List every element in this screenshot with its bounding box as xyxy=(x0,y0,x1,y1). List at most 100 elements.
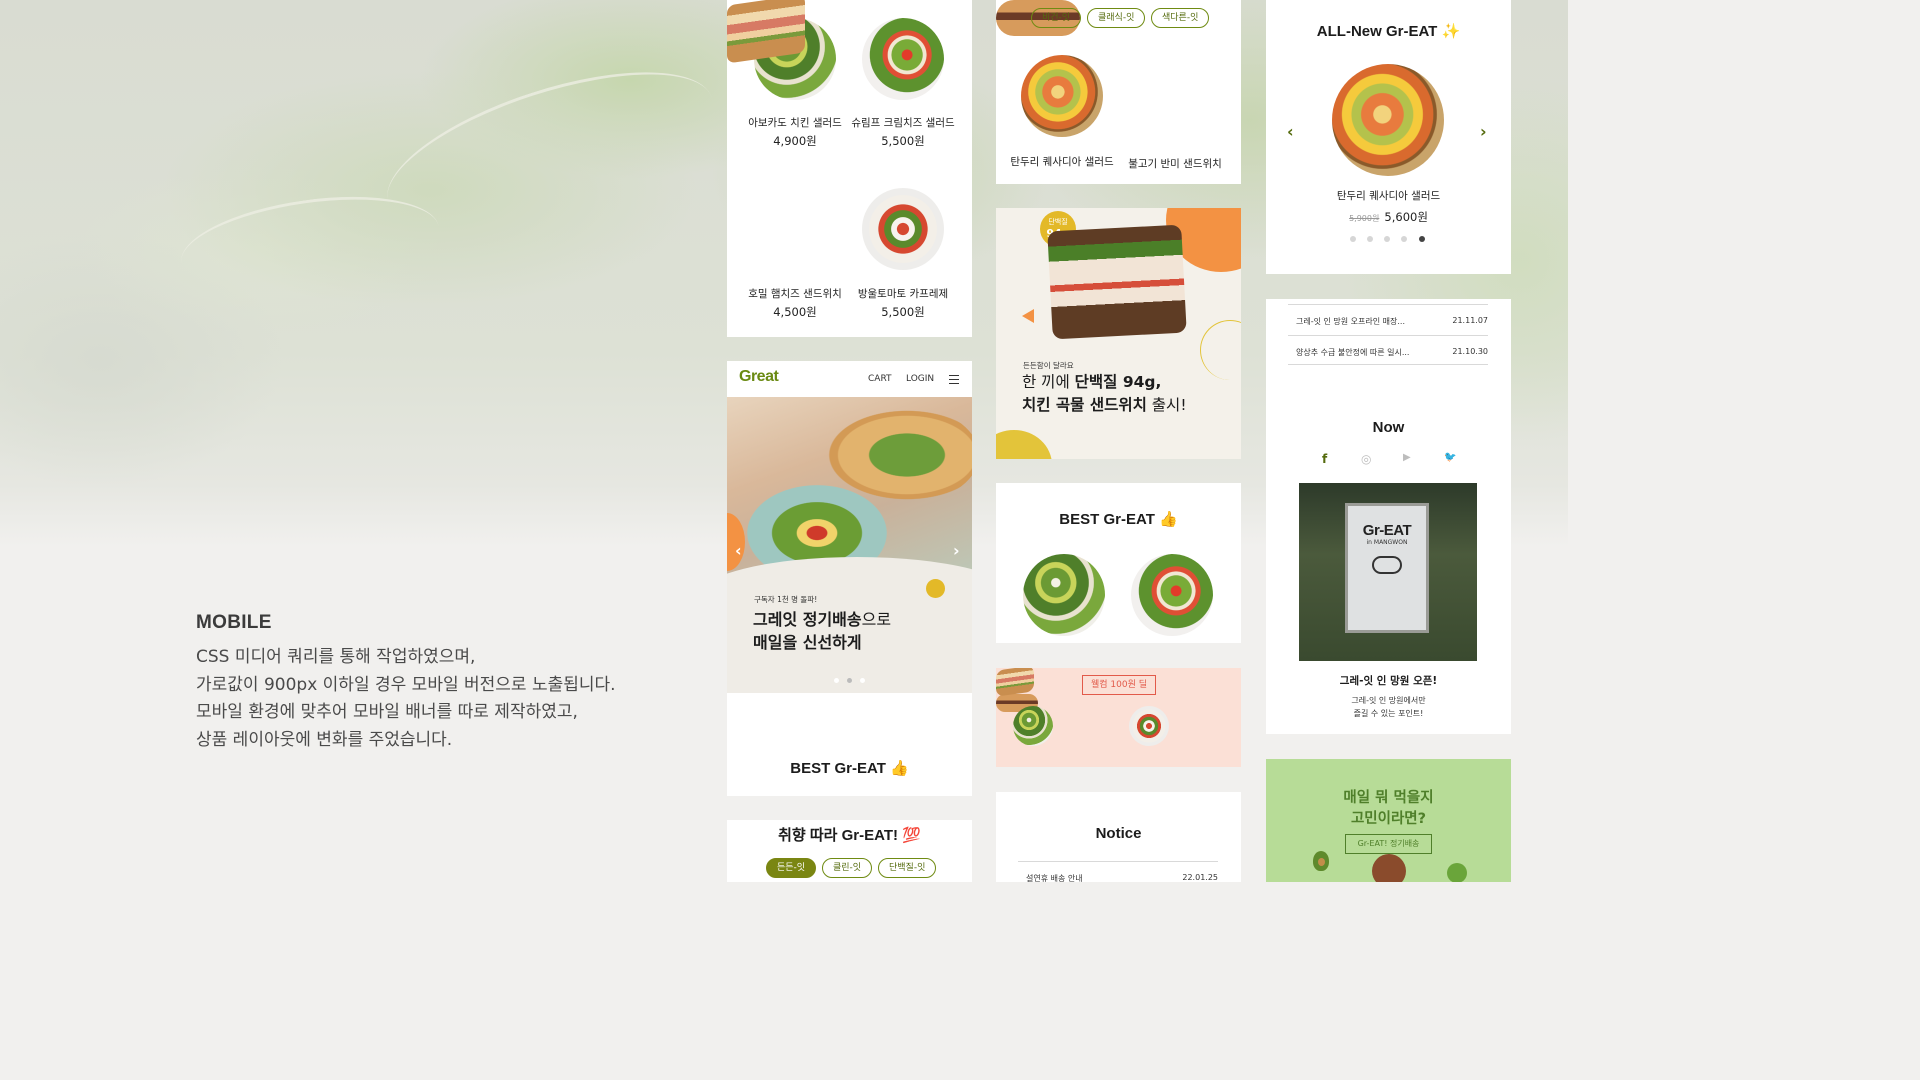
sale-price: 5,600원 xyxy=(1384,210,1428,224)
poster-title: Gr-EAT xyxy=(1362,522,1412,539)
product-image[interactable] xyxy=(1332,64,1444,176)
banner-headline-bold: 그레잇 정기배송 xyxy=(753,610,862,629)
carousel-dot[interactable] xyxy=(1401,236,1407,242)
carousel-dot[interactable] xyxy=(1367,236,1373,242)
hamburger-menu-icon[interactable] xyxy=(949,375,959,384)
new-section-title: ALL-New Gr-EAT ✨ xyxy=(1316,23,1461,40)
now-description: 즐길 수 있는 포인트! xyxy=(1353,709,1424,718)
banner-next-arrow[interactable]: › xyxy=(953,541,960,560)
now-description: 그레-잇 인 망원에서만 xyxy=(1351,696,1426,705)
carousel-dot[interactable] xyxy=(1384,236,1390,242)
product-name[interactable]: 탄두리 퀘사디아 샐러드 xyxy=(1266,188,1511,203)
deal-label[interactable]: 웰컴 100원 딜 xyxy=(1082,675,1157,695)
notice-title[interactable]: 양상추 수급 불안정에 따른 일시... xyxy=(1296,347,1409,358)
promo-headline-pre: 한 끼에 xyxy=(1022,373,1075,391)
intro-description: CSS 미디어 쿼리를 통해 작업하였으며, 가로값이 900px 이하일 경우… xyxy=(196,644,666,754)
now-caption[interactable]: 그레-잇 인 망원 오픈! xyxy=(1266,673,1511,688)
now-photo[interactable]: Gr-EAT in MANGWON xyxy=(1299,483,1477,661)
arc-line-decoration xyxy=(1200,320,1241,380)
facebook-icon[interactable]: f xyxy=(1322,452,1327,466)
cart-link[interactable]: CART xyxy=(868,374,892,384)
product-price: 5,500원 xyxy=(881,305,925,319)
yellow-half-circle-decoration xyxy=(996,430,1052,459)
carousel-prev-arrow[interactable]: ‹ xyxy=(1287,122,1294,141)
product-image[interactable] xyxy=(1023,554,1105,636)
best-panel: BEST Gr-EAT 👍 xyxy=(996,483,1241,643)
sandwich-image xyxy=(1047,224,1187,340)
banner-headline: 그레잇 정기배송으로 매일을 신선하게 xyxy=(753,608,891,654)
promo-headline-bold2: 치킨 곡물 샌드위치 xyxy=(1022,396,1147,414)
promo-banner-panel: 단백질 94g 든든함이 달라요 한 끼에 단백질 94g, 치킨 곡물 샌드위… xyxy=(996,208,1241,459)
promo-headline-bold: 단백질 94g, xyxy=(1074,373,1162,391)
carousel-dot[interactable] xyxy=(1350,236,1356,242)
deal-product-image[interactable] xyxy=(1013,706,1053,746)
product-image[interactable] xyxy=(1021,55,1103,137)
product-image[interactable] xyxy=(727,0,805,64)
intro-line: 가로값이 900px 이하일 경우 모바일 버전으로 노출됩니다. xyxy=(196,674,616,695)
intro-line: 상품 레이아웃에 변화를 주었습니다. xyxy=(196,729,453,750)
filter-chip-clean[interactable]: 클린-잇 xyxy=(822,858,873,878)
deal-panel: 웰컴 100원 딜 xyxy=(996,668,1241,767)
product-name[interactable]: 슈림프 크림치즈 샐러드 xyxy=(835,115,971,130)
product-name[interactable]: 불고기 반미 샌드위치 xyxy=(1109,156,1241,171)
deal-product-image[interactable] xyxy=(1129,706,1169,746)
notice-row[interactable]: 설연휴 배송 안내 22.01.25 xyxy=(1018,861,1218,882)
product-name[interactable]: 방울토마토 카프레제 xyxy=(835,286,971,301)
taste-filter-panel: 취향 따라 Gr-EAT! 💯 든든-잇 클린-잇 단백질-잇 xyxy=(727,820,972,882)
banner-pagination-dot[interactable] xyxy=(834,678,839,683)
notice-title[interactable]: 그레-잇 인 망원 오프라인 매장... xyxy=(1296,316,1405,327)
product-price: 5,500원 xyxy=(881,134,925,148)
filter-chip-vegan[interactable]: 비건-잇 xyxy=(1031,8,1082,28)
filter-chip-protein[interactable]: 단백질-잇 xyxy=(878,858,937,878)
best-section-title: BEST Gr-EAT 👍 xyxy=(790,760,909,777)
notice-panel: Notice 설연휴 배송 안내 22.01.25 xyxy=(996,792,1241,882)
intro-text-block: MOBILE CSS 미디어 쿼리를 통해 작업하였으며, 가로값이 900px… xyxy=(196,612,666,754)
promo-headline-rest: 출시! xyxy=(1146,396,1187,414)
intro-line: CSS 미디어 쿼리를 통해 작업하였으며, xyxy=(196,647,476,667)
yellow-dot-decoration xyxy=(926,579,945,598)
poster-board: Gr-EAT in MANGWON xyxy=(1345,503,1429,633)
carousel-next-arrow[interactable]: › xyxy=(1480,122,1487,141)
instagram-icon[interactable]: ◎ xyxy=(1361,452,1371,466)
intro-line: 모바일 환경에 맞추어 모바일 배너를 따로 제작하였고, xyxy=(196,702,578,722)
brand-logo[interactable]: Great xyxy=(739,368,779,386)
main-banner: ‹ › 구독자 1천 명 돌파! 그레잇 정기배송으로 매일을 신선하게 xyxy=(727,397,972,693)
banner-kicker: 구독자 1천 명 돌파! xyxy=(754,595,818,604)
product-image[interactable] xyxy=(1131,554,1213,636)
product-image[interactable] xyxy=(862,188,944,270)
poster-subtitle: in MANGWON xyxy=(1366,539,1408,546)
mobile-home-panel: Great CART LOGIN ‹ › 구독자 1천 명 돌파! 그레잇 정기… xyxy=(727,361,972,796)
avocado-pit-icon xyxy=(1318,858,1325,866)
character-illustration xyxy=(1372,854,1406,882)
banner-prev-arrow[interactable]: ‹ xyxy=(735,541,742,560)
notice-date: 22.01.25 xyxy=(1182,873,1218,882)
youtube-icon[interactable]: ▶ xyxy=(1403,452,1411,463)
banner-pagination-dot[interactable] xyxy=(847,678,852,683)
notice-row[interactable]: 양상추 수급 불안정에 따른 일시... 21.10.30 xyxy=(1288,335,1488,365)
notice-title[interactable]: 설연휴 배송 안내 xyxy=(1026,873,1083,882)
best-section-title: BEST Gr-EAT 👍 xyxy=(1059,511,1178,528)
carousel-dot[interactable] xyxy=(1419,236,1425,242)
twitter-icon[interactable]: 🐦 xyxy=(1444,452,1456,463)
mobile-header: Great CART LOGIN xyxy=(727,361,972,397)
promo-kicker: 든든함이 달라요 xyxy=(1023,361,1074,370)
notice-section-title: Notice xyxy=(1095,825,1142,842)
banner-headline-rest: 으로 xyxy=(861,610,892,629)
filter-chip-classic[interactable]: 클래식-잇 xyxy=(1087,8,1146,28)
product-grid-panel: 아보카도 치킨 샐러드 4,900원 슈림프 크림치즈 샐러드 5,500원 호… xyxy=(727,0,972,337)
notice-date: 21.10.30 xyxy=(1452,347,1488,356)
subscribe-question: 매일 뭐 먹을지 xyxy=(1343,790,1434,806)
now-section-title: Now xyxy=(1372,419,1405,436)
banner-headline-line2: 매일을 신선하게 xyxy=(753,633,862,652)
notice-date: 21.11.07 xyxy=(1452,316,1488,325)
banner-pagination-dot[interactable] xyxy=(860,678,865,683)
promo-headline: 한 끼에 단백질 94g, 치킨 곡물 샌드위치 출시! xyxy=(1022,371,1187,417)
filter-chip-hearty[interactable]: 든든-잇 xyxy=(766,858,817,878)
filter-chip-unique[interactable]: 색다른-잇 xyxy=(1151,8,1210,28)
login-link[interactable]: LOGIN xyxy=(906,374,934,384)
deal-product-image[interactable] xyxy=(996,668,1034,697)
bike-icon xyxy=(1372,556,1402,574)
notice-row[interactable]: 그레-잇 인 망원 오프라인 매장... 21.11.07 xyxy=(1288,304,1488,334)
product-image[interactable] xyxy=(862,18,944,100)
subscribe-button[interactable]: Gr-EAT! 정기배송 xyxy=(1345,834,1432,854)
